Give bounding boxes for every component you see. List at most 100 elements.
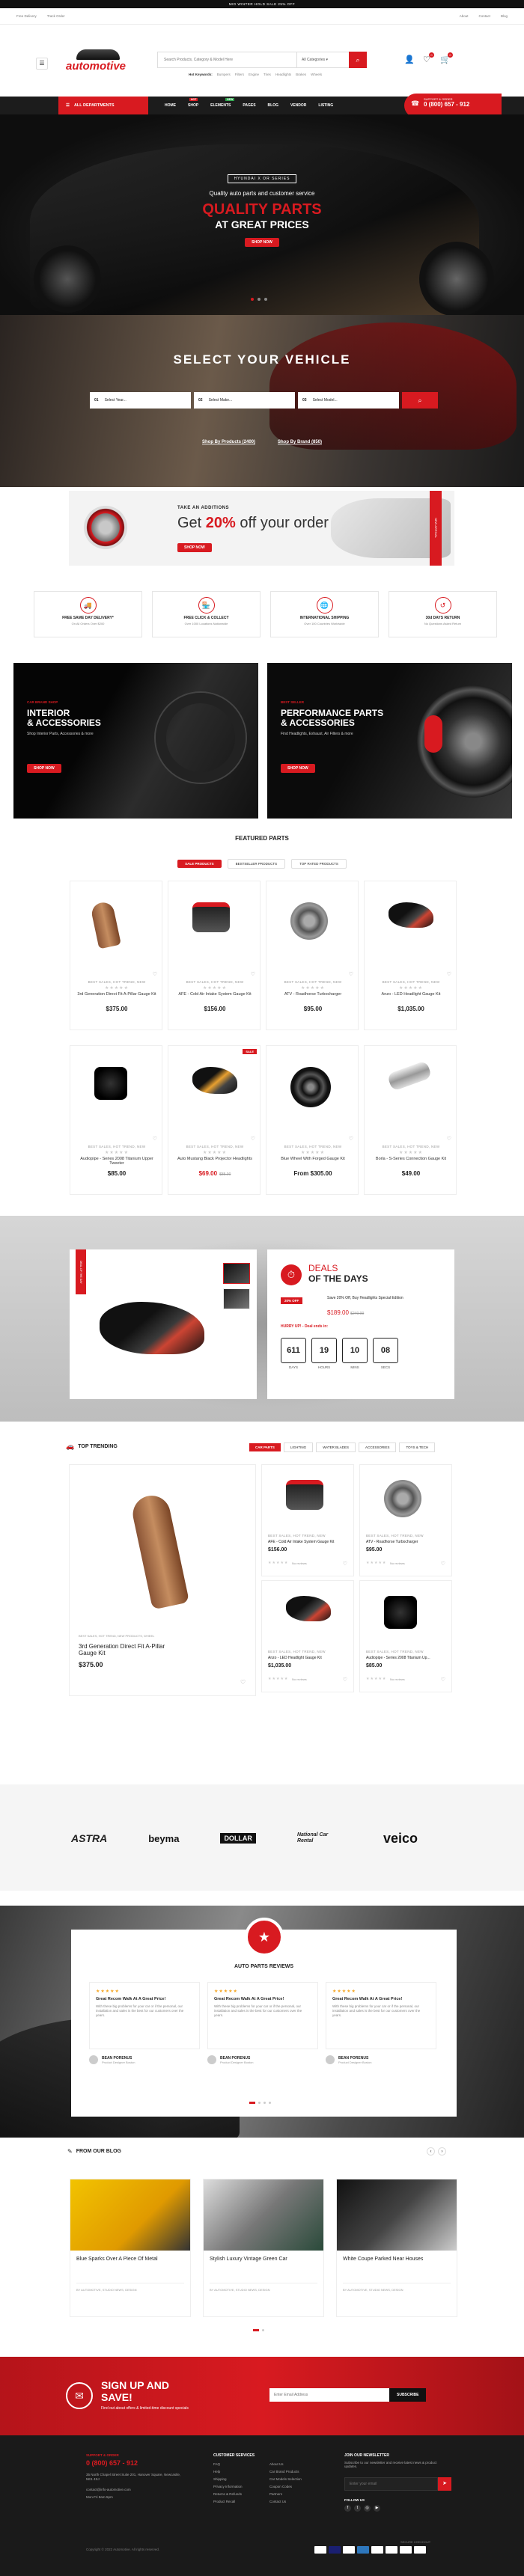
wishlist-icon[interactable]: ♡: [251, 971, 255, 977]
product-card[interactable]: SALE ♡ BEST SALES, HOT TREND, NEW ★★★★★ Auto…: [168, 1045, 261, 1195]
shop-by-brand-link[interactable]: Shop By Brand (850): [278, 440, 322, 444]
footer-link[interactable]: Shipping: [213, 2477, 243, 2481]
product-name[interactable]: 3rd Generation Direct Fit A-Pillar Gauge…: [75, 992, 159, 997]
nav-blog[interactable]: BLOG: [268, 103, 278, 108]
keyword-link[interactable]: Tires: [263, 73, 271, 76]
slider-dot[interactable]: [258, 2102, 261, 2104]
wishlist-icon[interactable]: ♡: [447, 971, 451, 977]
product-card[interactable]: ♡ BEST SALES, HOT TREND, NEW ★★★★★ Borla - …: [364, 1045, 457, 1195]
search-input[interactable]: [158, 52, 296, 67]
keyword-link[interactable]: Engine: [249, 73, 259, 76]
wishlist-icon[interactable]: ♡: [343, 1561, 347, 1567]
footer-phone[interactable]: 0 (800) 657 - 912: [86, 2459, 138, 2467]
keyword-link[interactable]: Headlights: [275, 73, 291, 76]
newsletter-send-button[interactable]: ➤: [438, 2477, 451, 2491]
nav-vendor[interactable]: VENDOR: [290, 103, 306, 108]
trending-product-card[interactable]: BEST SALES, HOT TREND, NEW ATV - Roadhors…: [359, 1464, 452, 1576]
brand-dollar-logo[interactable]: DOLLAR: [220, 1833, 256, 1844]
product-name[interactable]: Audiopipe - Series 2008 Titanium Up...: [366, 1656, 448, 1660]
twitter-icon[interactable]: t: [354, 2505, 361, 2512]
signup-email-input[interactable]: [269, 2388, 389, 2402]
nav-listing[interactable]: LISTING: [318, 103, 333, 108]
product-card[interactable]: ♡ BEST SALES, HOT TREND, NEW ★★★★★ 3rd Gene…: [70, 881, 162, 1030]
wishlist-icon[interactable]: ♡: [349, 1136, 353, 1142]
tab-water-blades[interactable]: WATER BLADES: [316, 1443, 356, 1452]
search-button[interactable]: ⌕: [349, 52, 367, 68]
product-name[interactable]: Anzo - LED Headlight Gauge Kit: [369, 992, 453, 997]
blog-post-title[interactable]: Stylish Luxury Vintage Green Car: [210, 2257, 317, 2262]
account-icon[interactable]: 👤: [404, 55, 415, 64]
menu-toggle-icon[interactable]: ☰: [36, 58, 48, 70]
footer-link[interactable]: Contact Us: [269, 2500, 302, 2503]
footer-link[interactable]: Returns & Refunds: [213, 2492, 243, 2496]
trending-featured-card[interactable]: BEST SALES, HOT TREND, NEW PRODUCTS, WHE…: [69, 1464, 256, 1696]
product-name[interactable]: AFE - Cold Air Intake System Gauge Kit: [173, 992, 257, 997]
brand-beyma-logo[interactable]: beyma: [148, 1833, 179, 1844]
footer-link[interactable]: Help: [213, 2470, 243, 2473]
tab-accessories[interactable]: ACCESSORIES: [358, 1443, 397, 1452]
youtube-icon[interactable]: ▶: [374, 2505, 380, 2512]
deal-product-name[interactable]: Save 20% Off, Buy Headlights Special Edi…: [327, 1296, 439, 1300]
footer-link[interactable]: Product Recall: [213, 2500, 243, 2503]
slider-dot[interactable]: [249, 2102, 255, 2104]
prev-arrow-icon[interactable]: ‹: [427, 2147, 435, 2156]
wishlist-icon[interactable]: ♡: [153, 971, 157, 977]
wishlist-icon[interactable]: ♡: [251, 1136, 255, 1142]
select-make[interactable]: 02 Select Make...: [194, 392, 295, 409]
wishlist-icon[interactable]: ♡: [153, 1136, 157, 1142]
blog-card[interactable]: White Coupe Parked Near Houses BY AUTOMOT…: [336, 2179, 457, 2317]
product-name[interactable]: Blue Wheel With Forged Gauge Kit: [271, 1157, 355, 1161]
footer-link[interactable]: Car Brand Products: [269, 2470, 302, 2473]
product-name[interactable]: ATV - Roadhorse Turbocharger: [366, 1540, 448, 1544]
nav-pages[interactable]: PAGES: [243, 103, 255, 108]
free-delivery-link[interactable]: Free Delivery: [16, 14, 37, 18]
product-name[interactable]: Anzo - LED Headlight Gauge Kit: [268, 1656, 350, 1660]
slider-dot[interactable]: [251, 298, 254, 301]
product-name[interactable]: Audiopipe - Series 2008 Titanium Upper T…: [75, 1157, 159, 1166]
product-card[interactable]: ♡ BEST SALES, HOT TREND, NEW ★★★★★ AFE - Co…: [168, 881, 261, 1030]
banner-shop-button[interactable]: SHOP NOW: [27, 764, 61, 773]
banner-shop-button[interactable]: SHOP NOW: [281, 764, 315, 773]
keyword-link[interactable]: Bumpers: [217, 73, 231, 76]
blog-post-title[interactable]: White Coupe Parked Near Houses: [343, 2257, 451, 2262]
footer-link[interactable]: FAQ: [213, 2462, 243, 2466]
product-name[interactable]: AFE - Cold Air Intake System Gauge Kit: [268, 1540, 350, 1544]
footer-link[interactable]: Partners: [269, 2492, 302, 2496]
tab-lighting[interactable]: LIGHTING: [283, 1443, 314, 1452]
slider-dot[interactable]: [262, 2329, 264, 2331]
contact-link[interactable]: Contact: [478, 14, 490, 18]
slider-dot[interactable]: [263, 2102, 266, 2104]
wishlist-icon[interactable]: ♡: [447, 1136, 451, 1142]
about-link[interactable]: About: [460, 14, 469, 18]
brand-national-logo[interactable]: National Car Rental: [297, 1832, 342, 1844]
track-order-link[interactable]: Track Order: [47, 14, 65, 18]
footer-link[interactable]: Car Models Selection: [269, 2477, 302, 2481]
nav-home[interactable]: HOME: [165, 103, 176, 108]
keyword-link[interactable]: Wheels: [311, 73, 322, 76]
footer-link[interactable]: Coupon Codes: [269, 2485, 302, 2488]
wishlist-icon[interactable]: ♡: [441, 1677, 445, 1683]
wishlist-icon[interactable]: ♡: [349, 971, 353, 977]
wishlist-icon[interactable]: ♡: [441, 1561, 445, 1567]
wishlist-icon[interactable]: ♡ 0: [423, 52, 434, 64]
wishlist-icon[interactable]: ♡: [240, 1679, 246, 1686]
interior-banner[interactable]: CAR BRAND SHOP INTERIOR & ACCESSORIES Sh…: [13, 663, 258, 819]
category-select[interactable]: All Categories ▾: [296, 52, 349, 67]
nav-shop[interactable]: SHOP HOT: [188, 98, 198, 108]
footer-email[interactable]: contact@info-automotive.com: [86, 2488, 131, 2491]
select-model[interactable]: 03 Select Model...: [298, 392, 399, 409]
product-name[interactable]: ATV - Roadhorse Turbocharger: [271, 992, 355, 997]
logo[interactable]: automotive: [66, 49, 133, 76]
blog-card[interactable]: Stylish Luxury Vintage Green Car BY AUTOM…: [203, 2179, 324, 2317]
blog-link[interactable]: Blog: [501, 14, 508, 18]
nav-elements[interactable]: ELEMENTS NEW: [210, 98, 235, 108]
instagram-icon[interactable]: ◎: [364, 2505, 371, 2512]
slider-dot[interactable]: [269, 2102, 271, 2104]
keyword-link[interactable]: Brakes: [296, 73, 306, 76]
deal-thumb[interactable]: [223, 1288, 250, 1309]
tab-car-parts[interactable]: CAR PARTS: [249, 1443, 281, 1451]
tab-sale-products[interactable]: SALE PRODUCTS: [177, 860, 222, 868]
promo-shop-button[interactable]: SHOP NOW: [177, 543, 212, 552]
slider-dot[interactable]: [264, 298, 267, 301]
vehicle-search-button[interactable]: ⌕: [402, 392, 438, 409]
